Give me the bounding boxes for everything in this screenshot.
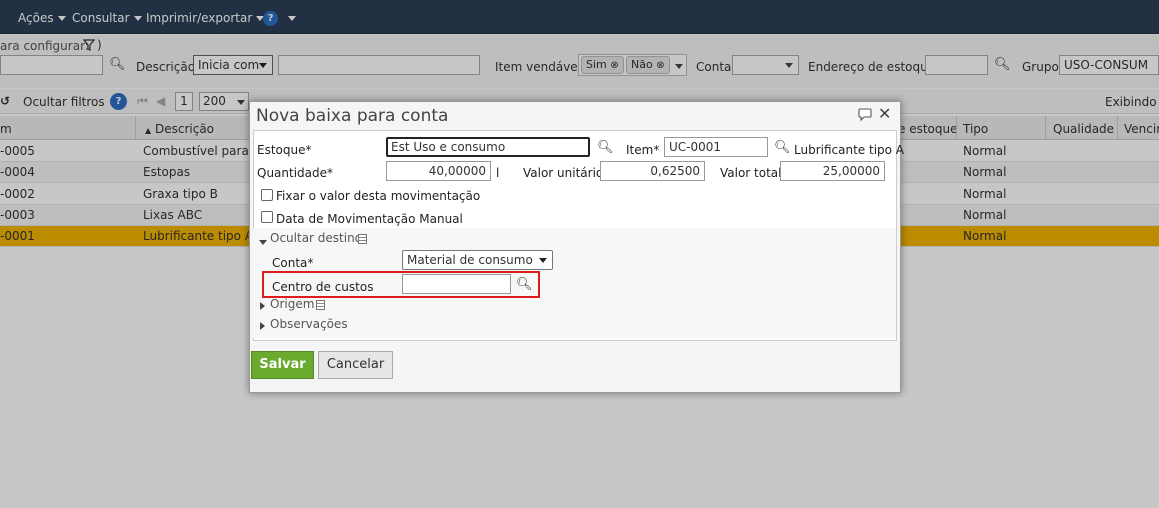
valor-total-label: Valor total — [720, 166, 782, 180]
highlight-box — [262, 271, 540, 298]
valor-unitario-input[interactable]: 0,62500 — [600, 161, 705, 181]
data-manual-checkbox[interactable] — [261, 211, 273, 223]
estoque-label: Estoque* — [257, 143, 312, 157]
item-input[interactable]: UC-0001 — [664, 137, 768, 157]
salvar-button[interactable]: Salvar — [251, 351, 314, 379]
fixar-valor-checkbox[interactable] — [261, 189, 273, 201]
chat-icon[interactable] — [857, 108, 873, 122]
cancelar-button[interactable]: Cancelar — [318, 351, 393, 379]
fixar-valor-label: Fixar o valor desta movimentação — [276, 189, 481, 203]
data-manual-label: Data de Movimentação Manual — [276, 212, 463, 226]
conta-label: Conta* — [272, 256, 314, 270]
dialog-title: Nova baixa para conta — [256, 106, 449, 126]
section-toggle[interactable] — [260, 299, 265, 313]
conta-select[interactable]: Material de consumo — [402, 250, 553, 270]
estoque-input[interactable]: Est Uso e consumo — [386, 137, 590, 157]
unidade-text: l — [496, 166, 500, 180]
item-label: Item* — [626, 143, 660, 157]
valor-total-input[interactable]: 25,00000 — [780, 161, 885, 181]
item-description: Lubrificante tipo A — [794, 143, 905, 157]
conta-select-value: Material de consumo — [407, 253, 533, 267]
list-icon — [358, 234, 367, 244]
close-icon[interactable]: ✕ — [878, 104, 891, 123]
chevron-down-icon — [259, 240, 267, 245]
chevron-right-icon — [260, 302, 265, 310]
valor-unitario-label: Valor unitário — [523, 166, 604, 180]
origem-toggle[interactable]: Origem — [270, 297, 314, 311]
search-icon[interactable]: 🔍︎ — [597, 140, 614, 155]
quantidade-label: Quantidade* — [257, 166, 334, 180]
chevron-down-icon — [539, 258, 547, 263]
list-icon — [316, 300, 325, 310]
ocultar-destino-toggle[interactable]: Ocultar destino — [270, 231, 362, 245]
quantidade-input[interactable]: 40,00000 — [386, 161, 491, 181]
search-icon[interactable]: 🔍︎ — [774, 140, 791, 155]
section-toggle[interactable] — [259, 234, 267, 248]
section-toggle[interactable] — [260, 319, 265, 333]
chevron-right-icon — [260, 322, 265, 330]
observacoes-toggle[interactable]: Observações — [270, 317, 348, 331]
